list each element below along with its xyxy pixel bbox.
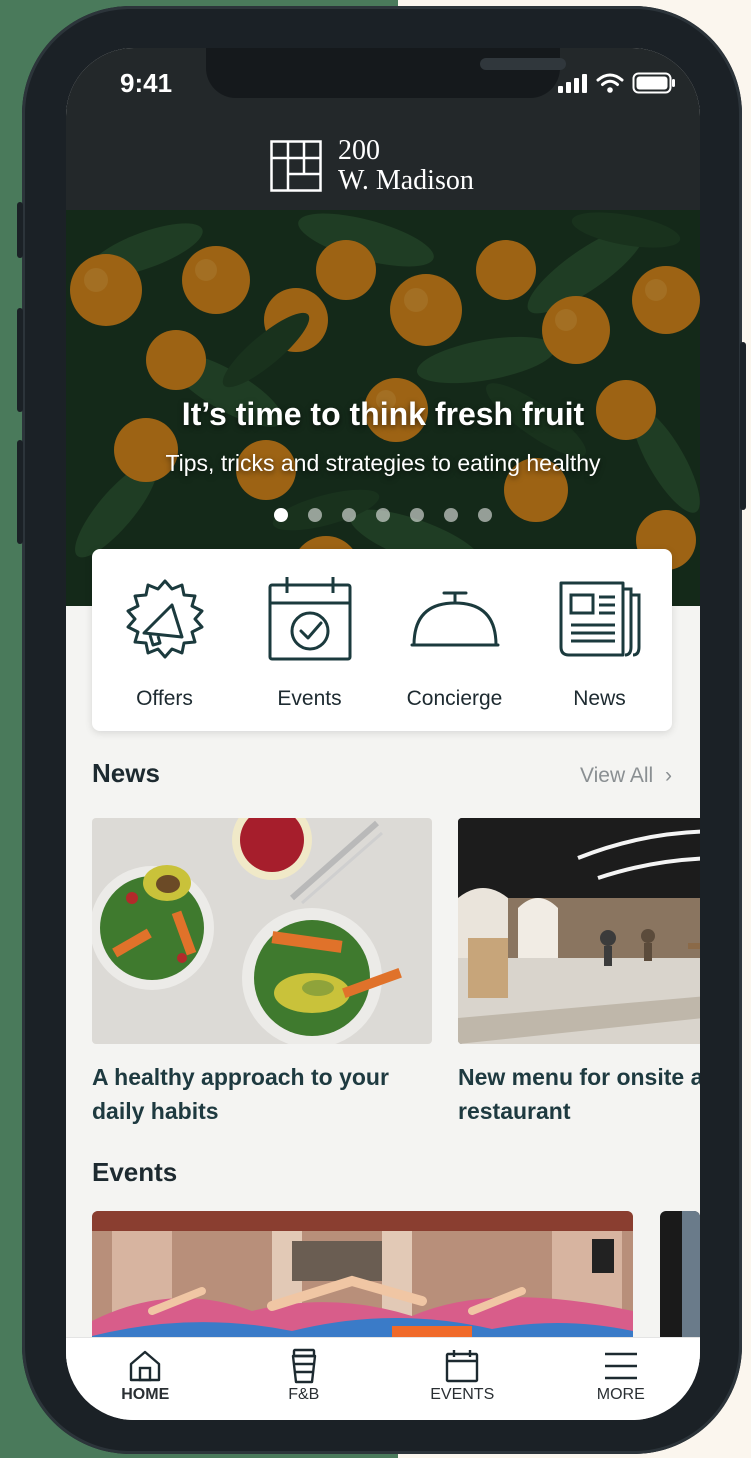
signal-icon: [558, 74, 587, 93]
tab-label: MORE: [596, 1386, 645, 1403]
notch: [206, 48, 566, 98]
view-all-label: View All: [580, 764, 654, 787]
news-card-title: New menu for onsite and restaurant: [458, 1064, 700, 1124]
quick-action-label: Offers: [136, 687, 193, 710]
mute-switch: [17, 202, 23, 258]
speaker-grille: [480, 58, 566, 70]
news-image-restaurant: [458, 818, 700, 1044]
event-image-yoga[interactable]: [92, 1211, 633, 1351]
hero-title: It’s time to think fresh fruit: [181, 396, 585, 432]
megaphone-badge-icon: [126, 579, 203, 659]
carousel-dot[interactable]: [410, 508, 424, 522]
quick-action-label: Concierge: [406, 687, 503, 710]
quick-action-label: News: [573, 687, 626, 710]
service-bell-icon: [410, 591, 499, 647]
quick-action-news[interactable]: News: [527, 549, 672, 731]
view-all-link[interactable]: View All ›: [580, 764, 672, 788]
status-time: 9:41: [120, 68, 173, 98]
brand-logo: 200 W. Madison: [270, 136, 474, 196]
quick-action-concierge[interactable]: Concierge: [382, 549, 527, 731]
news-image-salad: [92, 818, 432, 1044]
carousel-dots: [66, 508, 700, 522]
carousel-dot[interactable]: [376, 508, 390, 522]
calendar-icon: [446, 1350, 479, 1383]
tab-more[interactable]: MORE: [542, 1338, 701, 1420]
tab-label: EVENTS: [430, 1386, 495, 1403]
coffee-cup-icon: [291, 1348, 316, 1384]
tab-home[interactable]: HOME: [66, 1338, 225, 1420]
tab-events[interactable]: EVENTS: [383, 1338, 542, 1420]
volume-down-button: [17, 440, 23, 544]
home-icon: [130, 1350, 161, 1382]
battery-icon: [632, 72, 675, 94]
news-card[interactable]: New menu for onsite and restaurant: [458, 818, 700, 1128]
restaurant-interior-image: [458, 818, 700, 1044]
hero-subtitle: Tips, tricks and strategies to eating he…: [165, 450, 601, 476]
building-grid-icon: [270, 140, 322, 192]
hero-carousel[interactable]: It’s time to think fresh fruit Tips, tri…: [66, 210, 700, 606]
calendar-check-icon: [268, 577, 351, 661]
yoga-class-image: [92, 1211, 633, 1351]
tab-label: HOME: [121, 1386, 170, 1403]
event-image-partial-graphic: [660, 1211, 700, 1351]
newspaper-icon: [559, 581, 640, 657]
quick-action-label: Events: [277, 687, 342, 710]
events-section-title: Events: [92, 1157, 178, 1187]
chevron-right-icon: ›: [665, 764, 672, 787]
wifi-icon: [596, 73, 624, 93]
quick-action-offers[interactable]: Offers: [92, 549, 237, 731]
power-button: [740, 342, 746, 510]
tab-fb[interactable]: F&B: [225, 1338, 384, 1420]
tab-label: F&B: [288, 1386, 320, 1403]
carousel-dot[interactable]: [478, 508, 492, 522]
news-card[interactable]: A healthy approach to your daily habits: [92, 818, 432, 1128]
carousel-dot[interactable]: [274, 508, 288, 522]
status-icons: [558, 72, 676, 94]
brand-line-2: W. Madison: [338, 165, 474, 196]
quick-actions-card: Offers Events Concierge News: [92, 549, 672, 731]
brand-line-1: 200: [338, 135, 380, 166]
volume-up-button: [17, 308, 23, 412]
bottom-tab-bar: HOME F&B EVENTS MORE: [66, 1338, 700, 1420]
app-screen: 9:41 200 W. Madison It’s time to think f…: [66, 48, 700, 1420]
carousel-dot[interactable]: [444, 508, 458, 522]
menu-icon: [604, 1352, 637, 1380]
news-section-title: News: [92, 758, 160, 788]
app-header: 9:41 200 W. Madison: [66, 48, 700, 210]
carousel-dot[interactable]: [342, 508, 356, 522]
salad-bowls-image: [92, 818, 432, 1044]
quick-action-events[interactable]: Events: [237, 549, 382, 731]
carousel-dot[interactable]: [308, 508, 322, 522]
event-image-partial[interactable]: [660, 1211, 700, 1351]
news-card-title: A healthy approach to your daily habits: [92, 1064, 389, 1124]
